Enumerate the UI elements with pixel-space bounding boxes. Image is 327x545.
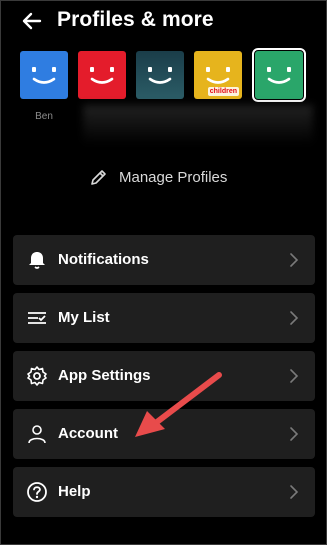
smiley-face-icon [267,67,291,84]
chevron-right-icon [290,311,299,325]
back-button[interactable] [19,8,45,34]
pencil-icon [91,170,106,185]
menu-item-label: Help [58,483,91,500]
menu-item-account[interactable]: Account [13,409,315,459]
smiley-face-icon [32,67,56,84]
help-circle-icon [27,482,47,502]
avatar [78,51,126,99]
chevron-right-icon [290,253,299,267]
menu-item-label: Notifications [58,251,149,268]
menu-item-label: My List [58,309,110,326]
chevron-right-icon [290,369,299,383]
arrow-left-icon [22,12,42,30]
bell-icon [29,252,45,269]
avatar [252,48,306,102]
avatar [20,51,68,99]
avatar: children [194,51,242,99]
chevron-right-icon [290,427,299,441]
blurred-profile-names [83,105,313,145]
list-check-icon [28,312,46,324]
menu-item-help[interactable]: Help [13,467,315,517]
profile-name: Ben [35,111,53,122]
person-icon [28,425,46,444]
chevron-right-icon [290,485,299,499]
menu-item-label: App Settings [58,367,151,384]
app-screen: Profiles & more Ben children Manage Prof… [0,0,327,545]
smiley-face-icon [90,67,114,84]
smiley-face-icon [148,67,172,84]
manage-profiles-label: Manage Profiles [119,168,228,186]
header: Profiles & more [1,1,326,41]
page-title: Profiles & more [57,8,214,31]
menu-item-app-settings[interactable]: App Settings [13,351,315,401]
avatar [136,51,184,99]
manage-profiles-button[interactable]: Manage Profiles [89,164,227,190]
menu-item-my-list[interactable]: My List [13,293,315,343]
menu-item-label: Account [58,425,118,442]
kids-label: children [207,87,239,96]
menu-item-notifications[interactable]: Notifications [13,235,315,285]
gear-icon [27,366,47,386]
